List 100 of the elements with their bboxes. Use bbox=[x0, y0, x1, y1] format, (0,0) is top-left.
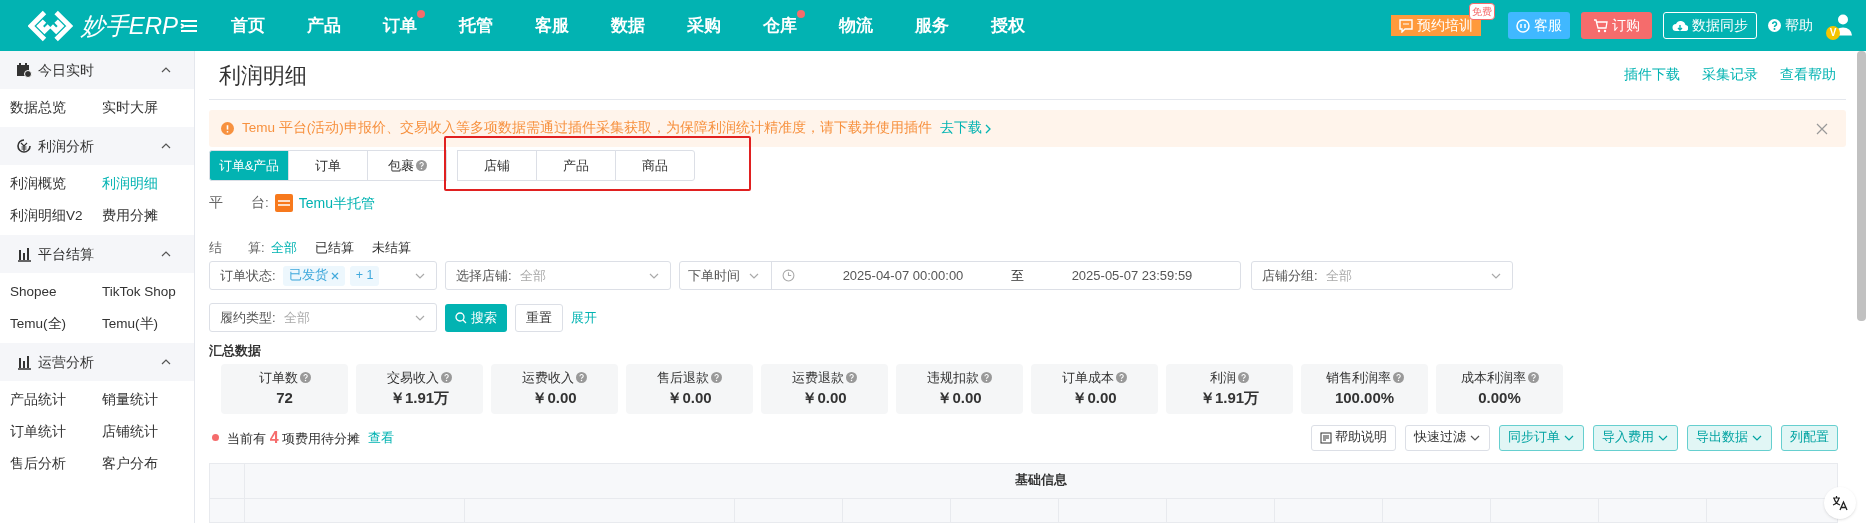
tab[interactable]: 商品 bbox=[615, 150, 695, 181]
button-label: 同步订单 bbox=[1508, 429, 1560, 447]
sidebar-group-header[interactable]: 今日实时 bbox=[0, 51, 194, 89]
field-label: 结 算: bbox=[209, 239, 265, 258]
sidebar-group-header[interactable]: 利润分析 bbox=[0, 127, 194, 165]
date-to: 2025-05-07 23:59:59 bbox=[1070, 266, 1194, 285]
store-group-select[interactable]: 店铺分组: 全部 bbox=[1251, 261, 1513, 290]
sidebar-item[interactable]: Shopee bbox=[10, 276, 102, 308]
sidebar-group-header[interactable]: 平台结算 bbox=[0, 235, 194, 273]
translate-icon bbox=[1832, 495, 1848, 511]
sidebar-item[interactable]: 客户分布 bbox=[102, 448, 194, 480]
sidebar-item[interactable]: 利润概览 bbox=[10, 168, 102, 200]
card-label: 违规扣款 bbox=[927, 368, 979, 387]
card-value: ￥1.91万 bbox=[1199, 388, 1260, 409]
tab-label: 订单 bbox=[315, 156, 341, 175]
button-label: 帮助说明 bbox=[1335, 429, 1387, 447]
document-icon bbox=[1320, 431, 1332, 444]
group-title: 运营分析 bbox=[38, 352, 95, 372]
sidebar-item[interactable]: 销量统计 bbox=[102, 384, 194, 416]
button-label: 帮助 bbox=[1785, 16, 1813, 35]
close-icon bbox=[1816, 122, 1828, 135]
button-label: 客服 bbox=[1534, 16, 1562, 35]
card-value: ￥0.00 bbox=[1072, 388, 1117, 409]
toolbar-button[interactable]: 帮助说明 bbox=[1311, 424, 1396, 451]
clock-icon bbox=[782, 269, 795, 282]
sidebar-item[interactable]: 利润明细V2 bbox=[10, 200, 102, 232]
sidebar-item[interactable]: 费用分摊 bbox=[102, 200, 194, 232]
scrollbar[interactable] bbox=[1857, 51, 1866, 321]
card-label: 成本利润率 bbox=[1460, 368, 1526, 387]
card-value: ￥0.00 bbox=[937, 388, 982, 409]
card-value: 0.00% bbox=[1478, 388, 1521, 409]
toolbar-button[interactable]: 快速过滤 bbox=[1405, 424, 1490, 451]
cloud-download-icon bbox=[1672, 18, 1688, 33]
translate-button[interactable] bbox=[1824, 487, 1856, 519]
tab[interactable]: 包裹 bbox=[367, 150, 447, 181]
vip-badge: V bbox=[1826, 25, 1840, 40]
button-label: 列配置 bbox=[1790, 429, 1829, 447]
pending-notice: 当前有 4 项费用待分摊 bbox=[227, 427, 361, 448]
field-label: 平 台: bbox=[209, 193, 269, 212]
filter-option[interactable]: 未结算 bbox=[371, 238, 411, 258]
chevron-right-icon bbox=[983, 122, 992, 135]
select-value: 下单时间 bbox=[688, 266, 740, 285]
sidebar-group-header[interactable]: 运营分析 bbox=[0, 343, 194, 381]
alert-text: Temu 平台(活动)申报价、交易收入等多项数据需通过插件采集获取，为保障利润统计精准度，请下载并使用插件 bbox=[242, 119, 932, 138]
card-label: 销售利润率 bbox=[1325, 368, 1391, 387]
sidebar-item[interactable]: 订单统计 bbox=[10, 416, 102, 448]
card-label: 订单数 bbox=[258, 368, 298, 387]
temu-logo-icon bbox=[274, 194, 293, 212]
column-group-header: 基础信息 bbox=[1014, 472, 1068, 490]
card-label: 利润 bbox=[1210, 368, 1236, 387]
sidebar-item[interactable]: 售后分析 bbox=[10, 448, 102, 480]
tab-label: 包裹 bbox=[387, 156, 414, 175]
tab[interactable]: 店铺 bbox=[457, 150, 537, 181]
tab-label: 订单&产品 bbox=[218, 156, 280, 175]
field-value: 全部 bbox=[519, 266, 547, 285]
card-value: ￥1.91万 bbox=[389, 388, 450, 409]
bar-chart-icon bbox=[16, 246, 32, 262]
tab[interactable]: 订单 bbox=[288, 150, 368, 181]
date-range-picker[interactable]: 下单时间 2025-04-07 00:00:00 至 2025-05-07 23:59:59 bbox=[679, 261, 1241, 290]
card-value: 72 bbox=[276, 388, 293, 409]
help-icon bbox=[576, 372, 587, 383]
sidebar-item[interactable]: 数据总览 bbox=[10, 92, 102, 124]
field-label: 履约类型: bbox=[220, 308, 276, 327]
filter-option[interactable]: 已结算 bbox=[314, 238, 354, 258]
help-icon bbox=[1768, 19, 1781, 32]
card-value: ￥0.00 bbox=[532, 388, 577, 409]
link-label: 去下载 bbox=[939, 119, 982, 138]
free-badge: 免费 bbox=[1469, 3, 1495, 20]
tag-label: 已发货 bbox=[288, 267, 328, 285]
time-type-select[interactable]: 下单时间 bbox=[680, 262, 772, 289]
group-title: 今日实时 bbox=[38, 60, 95, 80]
chat-bubble-icon bbox=[1516, 18, 1530, 33]
fulfil-type-select[interactable]: 履约类型: 全部 bbox=[209, 303, 437, 332]
sidebar-item[interactable]: 产品统计 bbox=[10, 384, 102, 416]
button-label: 导入费用 bbox=[1602, 429, 1654, 447]
sidebar-item[interactable]: TikTok Shop bbox=[102, 276, 194, 308]
card-value: ￥0.00 bbox=[667, 388, 712, 409]
field-label: 店铺分组: bbox=[1262, 266, 1318, 285]
date-separator: 至 bbox=[1011, 266, 1024, 285]
sidebar-item[interactable]: 店铺统计 bbox=[102, 416, 194, 448]
card-label: 售后退款 bbox=[657, 368, 709, 387]
tab[interactable]: 产品 bbox=[536, 150, 616, 181]
tab-label: 产品 bbox=[563, 156, 589, 175]
field-value: 全部 bbox=[283, 308, 311, 327]
field-label: 订单状态: bbox=[220, 266, 276, 285]
help-icon bbox=[1392, 372, 1404, 383]
help-icon bbox=[711, 372, 722, 383]
brand-name: 妙手ERP bbox=[80, 10, 178, 41]
order-status-select[interactable]: 订单状态: 已发货 + 1 bbox=[209, 261, 437, 290]
page-title: 利润明细 bbox=[219, 61, 308, 90]
card-label: 订单成本 bbox=[1062, 368, 1114, 387]
sidebar-item[interactable]: Temu(半) bbox=[102, 308, 194, 340]
field-value: 全部 bbox=[1325, 266, 1353, 285]
sidebar-item[interactable]: 实时大屏 bbox=[102, 92, 194, 124]
help-icon bbox=[1116, 372, 1127, 383]
card-label: 运费收入 bbox=[522, 368, 574, 387]
calendar-clock-icon bbox=[16, 62, 32, 78]
sidebar-item[interactable]: Temu(全) bbox=[10, 308, 102, 340]
reset-button[interactable]: 重置 bbox=[515, 303, 563, 332]
store-select[interactable]: 选择店铺: 全部 bbox=[445, 261, 671, 290]
